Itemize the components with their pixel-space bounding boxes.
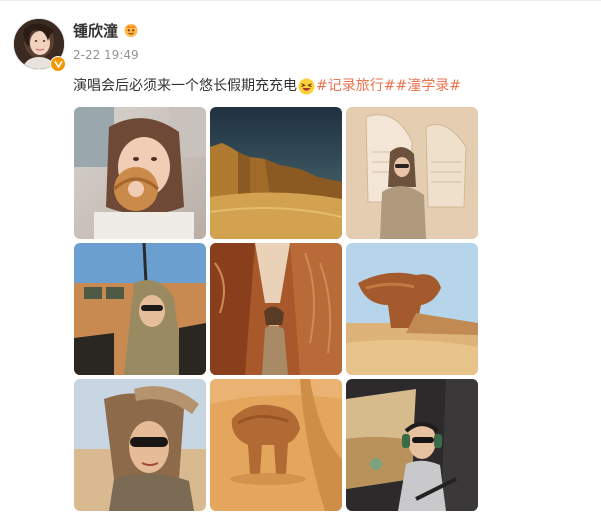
top-divider <box>0 0 601 1</box>
hashtag-travel-log[interactable]: #记录旅行# <box>316 76 395 96</box>
photo-woman-sunglasses-windblown[interactable] <box>74 379 206 511</box>
vip-member-icon[interactable] <box>123 22 139 38</box>
post-timestamp[interactable]: 2-22 19:49 <box>73 47 139 63</box>
photo-woman-hood-safari-jeep[interactable] <box>74 243 206 375</box>
hashtag-tong-xue-lu[interactable]: #潼学录# <box>395 76 460 96</box>
avatar[interactable] <box>13 18 66 72</box>
photo-desert-rocks-night-sky[interactable] <box>210 107 342 239</box>
photo-woman-macrame-chair[interactable] <box>346 107 478 239</box>
post-text-main: 演唱会后必须来一个悠长假期充充电 <box>73 78 297 94</box>
photo-elephant-rock-aerial[interactable] <box>210 379 342 511</box>
laughing-squint-emoji-icon <box>298 78 315 95</box>
post-text: 演唱会后必须来一个悠长假期充充电 #记录旅行# #潼学录# <box>73 76 461 96</box>
verified-badge-icon <box>50 56 66 72</box>
photo-woman-red-rock-canyon[interactable] <box>210 243 342 375</box>
username-link[interactable]: 锺欣潼 <box>73 21 118 41</box>
photo-rock-formation-desert[interactable] <box>346 243 478 375</box>
photo-woman-eating-bagel[interactable] <box>74 107 206 239</box>
photo-woman-helicopter-headset[interactable] <box>346 379 478 511</box>
weibo-post-card: 锺欣潼 2-22 19:49 演唱会后必须来一个悠长假期充充电 #记录旅行# #… <box>0 0 601 524</box>
